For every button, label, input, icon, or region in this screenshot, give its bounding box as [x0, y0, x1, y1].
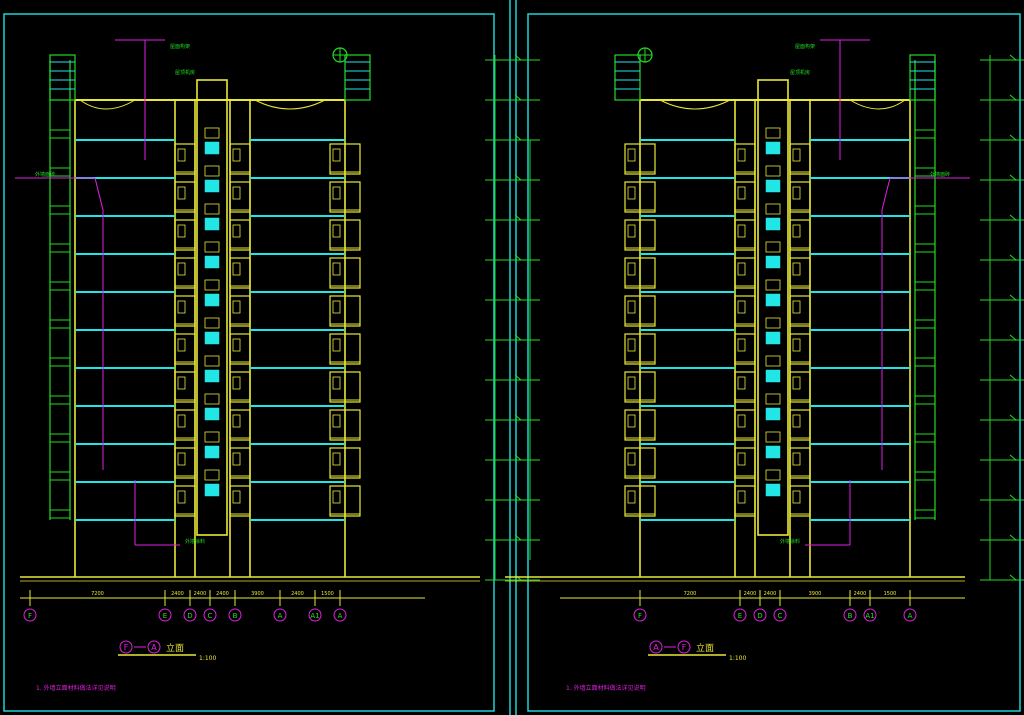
leader-label-3: 外墙面砖: [930, 171, 950, 178]
core-window-8: [204, 445, 220, 459]
axis-label-0: A: [908, 612, 913, 620]
axis-label-4: D: [757, 612, 762, 620]
axis-label-3: C: [778, 612, 783, 620]
axis-label-5: A: [278, 612, 283, 620]
axis-label-2: B: [848, 612, 853, 620]
dim-value-2: 2400: [194, 591, 207, 597]
title-word-right: 立面: [696, 642, 714, 654]
title-circle-a-left: F: [124, 643, 129, 652]
axis-label-3: C: [208, 612, 213, 620]
dim-value-1: 2400: [854, 591, 867, 597]
core-window-5: [765, 331, 781, 345]
dim-value-2: 3900: [809, 591, 822, 597]
dim-value-0: 7200: [91, 591, 104, 597]
core-window-9: [204, 483, 220, 497]
dim-value-5: 2400: [291, 591, 304, 597]
axis-label-2: D: [187, 612, 192, 620]
dim-value-0: 1500: [884, 591, 897, 597]
core-window-7: [204, 407, 220, 421]
core-window-4: [204, 293, 220, 307]
title-scale-right: 1:100: [729, 655, 746, 662]
leader-label-2: 屋顶机房: [790, 69, 810, 76]
core-window-0: [204, 141, 220, 155]
axis-label-7: A: [338, 612, 343, 620]
axis-label-6: A1: [310, 612, 319, 620]
core-window-8: [765, 445, 781, 459]
core-window-6: [204, 369, 220, 383]
core-window-1: [204, 179, 220, 193]
axis-label-1: A1: [865, 612, 874, 620]
dim-value-1: 2400: [171, 591, 184, 597]
core-window-4: [765, 293, 781, 307]
title-word-left: 立面: [166, 642, 184, 654]
title-circle-b-right: F: [682, 643, 687, 652]
core-window-2: [204, 217, 220, 231]
core-window-1: [765, 179, 781, 193]
leader-label-1: 屋面构架: [795, 43, 815, 50]
axis-label-5: E: [738, 612, 742, 620]
axis-label-1: E: [163, 612, 167, 620]
dim-value-5: 7200: [684, 591, 697, 597]
elevation-drawing-canvas: F E D C B A A1 A 7200 2400 2400 2400 3900 2400 1500 屋面构…: [0, 0, 1024, 715]
dim-value-4: 3900: [251, 591, 264, 597]
title-circle-a-right: A: [653, 643, 659, 652]
core-window-3: [765, 255, 781, 269]
axis-label-6: F: [638, 612, 642, 620]
leader-label-1: 屋面构架: [170, 43, 190, 50]
dim-value-3: 2400: [216, 591, 229, 597]
note-text-right: 1. 外墙立面材料做法详见说明: [566, 684, 646, 692]
core-window-6: [765, 369, 781, 383]
axis-label-0: F: [28, 612, 32, 620]
note-text-left: 1. 外墙立面材料做法详见说明: [36, 684, 116, 692]
leader-label-4: 外墙涂料: [780, 538, 800, 545]
core-window-7: [765, 407, 781, 421]
core-window-0: [765, 141, 781, 155]
dim-value-4: 2400: [744, 591, 757, 597]
core-window-2: [765, 217, 781, 231]
axis-label-4: B: [233, 612, 238, 620]
leader-label-3: 外墙面砖: [35, 171, 55, 178]
leader-label-4: 外墙涂料: [185, 538, 205, 545]
core-window-9: [765, 483, 781, 497]
canvas-background: [0, 0, 1024, 715]
dim-value-6: 1500: [321, 591, 334, 597]
core-window-5: [204, 331, 220, 345]
title-circle-b-left: A: [151, 643, 157, 652]
title-scale-left: 1:100: [199, 655, 216, 662]
dim-value-3: 2400: [764, 591, 777, 597]
core-window-3: [204, 255, 220, 269]
leader-label-2: 屋顶机房: [175, 69, 195, 76]
